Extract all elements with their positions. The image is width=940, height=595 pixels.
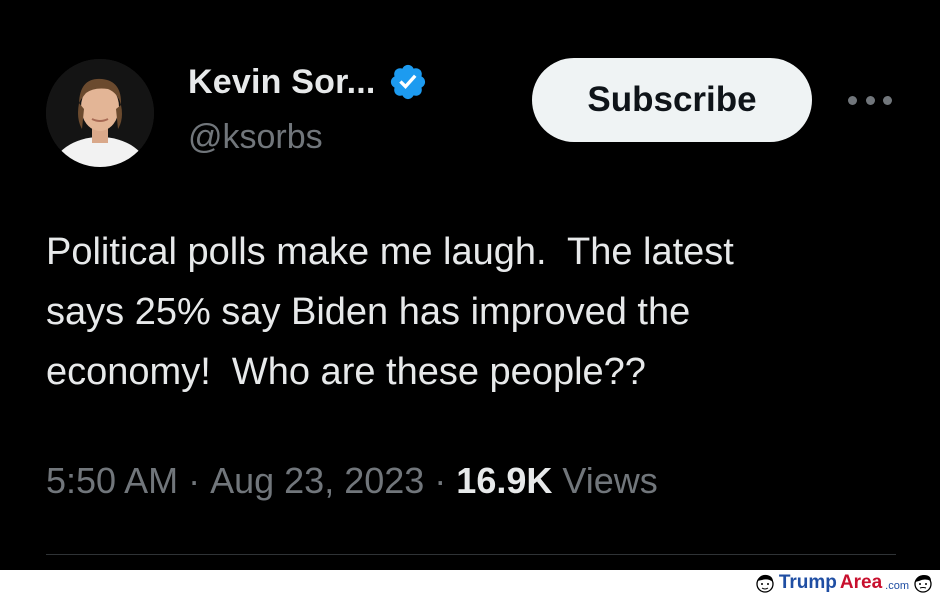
verified-badge-icon [390, 64, 425, 100]
meta-separator: · [178, 460, 211, 501]
author-display-name[interactable]: Kevin Sor... [188, 63, 376, 102]
more-options-icon[interactable] [848, 88, 892, 112]
watermark-bar: Trump Area .com [0, 570, 940, 595]
subscribe-button[interactable]: Subscribe [532, 58, 812, 142]
more-dot [883, 95, 892, 105]
more-dot [865, 95, 875, 105]
tweet-text-line: economy! Who are these people?? [46, 351, 646, 393]
brand-name-part2: Area [839, 571, 883, 593]
more-dot [848, 95, 857, 105]
author-name-row: Kevin Sor... [188, 62, 428, 102]
tweet-text: Political polls make me laugh. The lates… [46, 222, 916, 402]
cartoon-face-icon [914, 574, 932, 593]
avatar-photo-icon [46, 59, 154, 167]
views-count: 16.9K [456, 460, 553, 501]
brand-name-part1: Trump [778, 571, 837, 593]
tweet-text-line: says 25% say Biden has improved the [46, 291, 691, 333]
tweet-metadata: 5:50 AM · Aug 23, 2023 · 16.9K Views [46, 460, 658, 502]
tweet-time[interactable]: 5:50 AM [46, 460, 178, 502]
tweet-date[interactable]: Aug 23, 2023 [210, 460, 424, 502]
cartoon-face-icon [756, 574, 774, 593]
tweet-text-line: Political polls make me laugh. The lates… [46, 231, 734, 273]
author-avatar[interactable] [46, 59, 154, 167]
trumparea-watermark: Trump Area .com [754, 571, 934, 594]
tweet-card: Kevin Sor... @ksorbs Subscribe Political… [0, 0, 940, 570]
brand-suffix: .com [885, 579, 909, 592]
author-handle[interactable]: @ksorbs [188, 118, 323, 157]
views-label: Views [552, 460, 658, 501]
divider [46, 554, 896, 555]
meta-separator: · [424, 460, 457, 501]
